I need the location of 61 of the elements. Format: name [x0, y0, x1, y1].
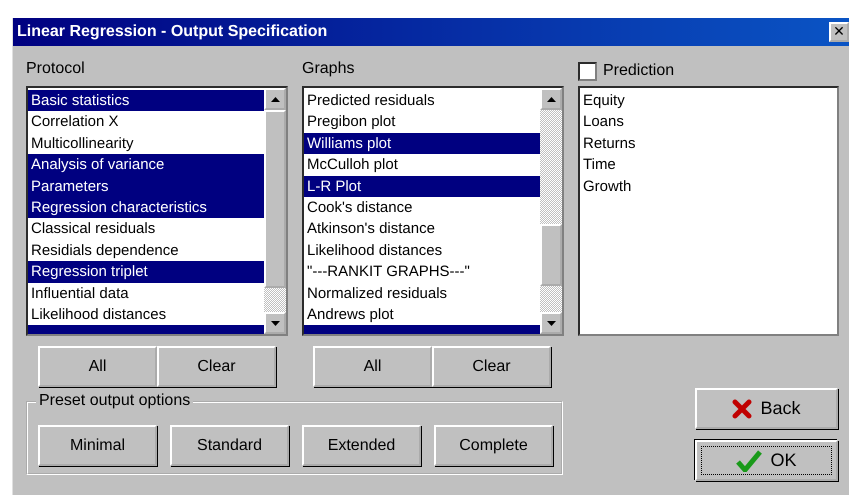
list-item[interactable]: Correlation X — [28, 111, 264, 133]
list-item[interactable]: Williams plot — [304, 132, 540, 154]
list-item[interactable]: McCulloh plot — [304, 154, 540, 176]
list-item[interactable]: Basic statistics — [28, 90, 264, 112]
cross-icon — [732, 398, 752, 418]
protocol-label: Protocol — [26, 60, 86, 79]
list-item[interactable]: Analysis of variance — [28, 154, 264, 176]
preset-button[interactable]: Complete — [434, 425, 553, 466]
prediction-label: Prediction — [603, 62, 674, 80]
scroll-up-button[interactable] — [540, 88, 562, 110]
group-label: Preset output options — [36, 392, 194, 410]
list-item[interactable]: Residials dependence — [28, 240, 264, 262]
back-button[interactable]: Back — [695, 388, 838, 429]
select-all-button[interactable]: All — [313, 346, 432, 387]
select-all-button[interactable]: All — [38, 346, 157, 387]
list-item[interactable]: Regression triplet — [28, 261, 264, 283]
list-item[interactable]: Growth — [580, 176, 837, 197]
close-button[interactable]: ✕ — [829, 22, 849, 42]
list-item[interactable]: "---RANKIT GRAPHS---" — [304, 261, 540, 283]
list-item[interactable]: Atkinson's distance — [304, 218, 540, 240]
list-item[interactable]: Loans — [580, 111, 837, 133]
list-item[interactable]: Influential data — [28, 282, 264, 304]
list-item[interactable]: Likelihood distances — [304, 240, 540, 262]
preset-button[interactable]: Standard — [170, 425, 289, 466]
list-item[interactable]: Pregibon plot — [304, 111, 540, 133]
preset-button[interactable]: Extended — [302, 425, 421, 466]
list-item[interactable]: Regression characteristics — [28, 196, 264, 218]
window-title: Linear Regression - Output Specification — [17, 23, 328, 41]
variables-list[interactable]: Equity Loans Returns Time Growth — [578, 86, 839, 336]
up-arrow-icon — [270, 96, 280, 102]
scroll-down-button[interactable] — [540, 312, 562, 334]
down-arrow-icon — [270, 320, 280, 326]
scrollbar[interactable] — [540, 88, 562, 334]
list-item[interactable]: Returns — [580, 132, 837, 154]
graphs-list[interactable]: Predicted residuals Pregibon plot Williams plot McCulloh plot L-R Plot Cook's distance Atkinson's distance Likelihood distances "---RANKIT GRAPHS---" Normalized residuals Andrews plot — [302, 86, 564, 336]
list-item[interactable]: Normalized residuals — [304, 282, 540, 304]
scroll-down-button[interactable] — [264, 312, 286, 334]
ok-button[interactable]: OK — [695, 440, 838, 481]
list-item[interactable]: Time — [580, 154, 837, 176]
scrollbar[interactable] — [264, 88, 286, 334]
protocol-list[interactable] — [26, 86, 288, 336]
down-arrow-icon — [546, 320, 556, 326]
clear-button[interactable]: Clear — [432, 346, 551, 387]
scroll-thumb[interactable] — [540, 224, 562, 286]
preset-button[interactable]: Minimal — [38, 425, 157, 466]
list-item[interactable]: Parameters — [28, 176, 264, 197]
list-item[interactable]: Cook's distance — [304, 196, 540, 218]
list-item[interactable]: Equity — [580, 90, 837, 112]
prediction-checkbox[interactable] — [578, 62, 597, 80]
scroll-up-button[interactable] — [264, 88, 286, 110]
scroll-thumb[interactable] — [264, 110, 286, 288]
list-item[interactable]: Predicted residuals — [304, 90, 540, 112]
up-arrow-icon — [546, 96, 556, 102]
list-item[interactable]: Classical residuals — [28, 218, 264, 240]
clear-button[interactable]: Clear — [157, 346, 276, 387]
list-item[interactable]: Andrews plot — [304, 304, 540, 326]
list-item[interactable]: L-R Plot — [304, 176, 540, 197]
checkmark-icon — [736, 450, 762, 472]
list-item[interactable]: Likelihood distances — [28, 304, 264, 326]
graphs-label: Graphs — [302, 60, 356, 79]
list-item[interactable]: Multicollinearity — [28, 132, 264, 154]
